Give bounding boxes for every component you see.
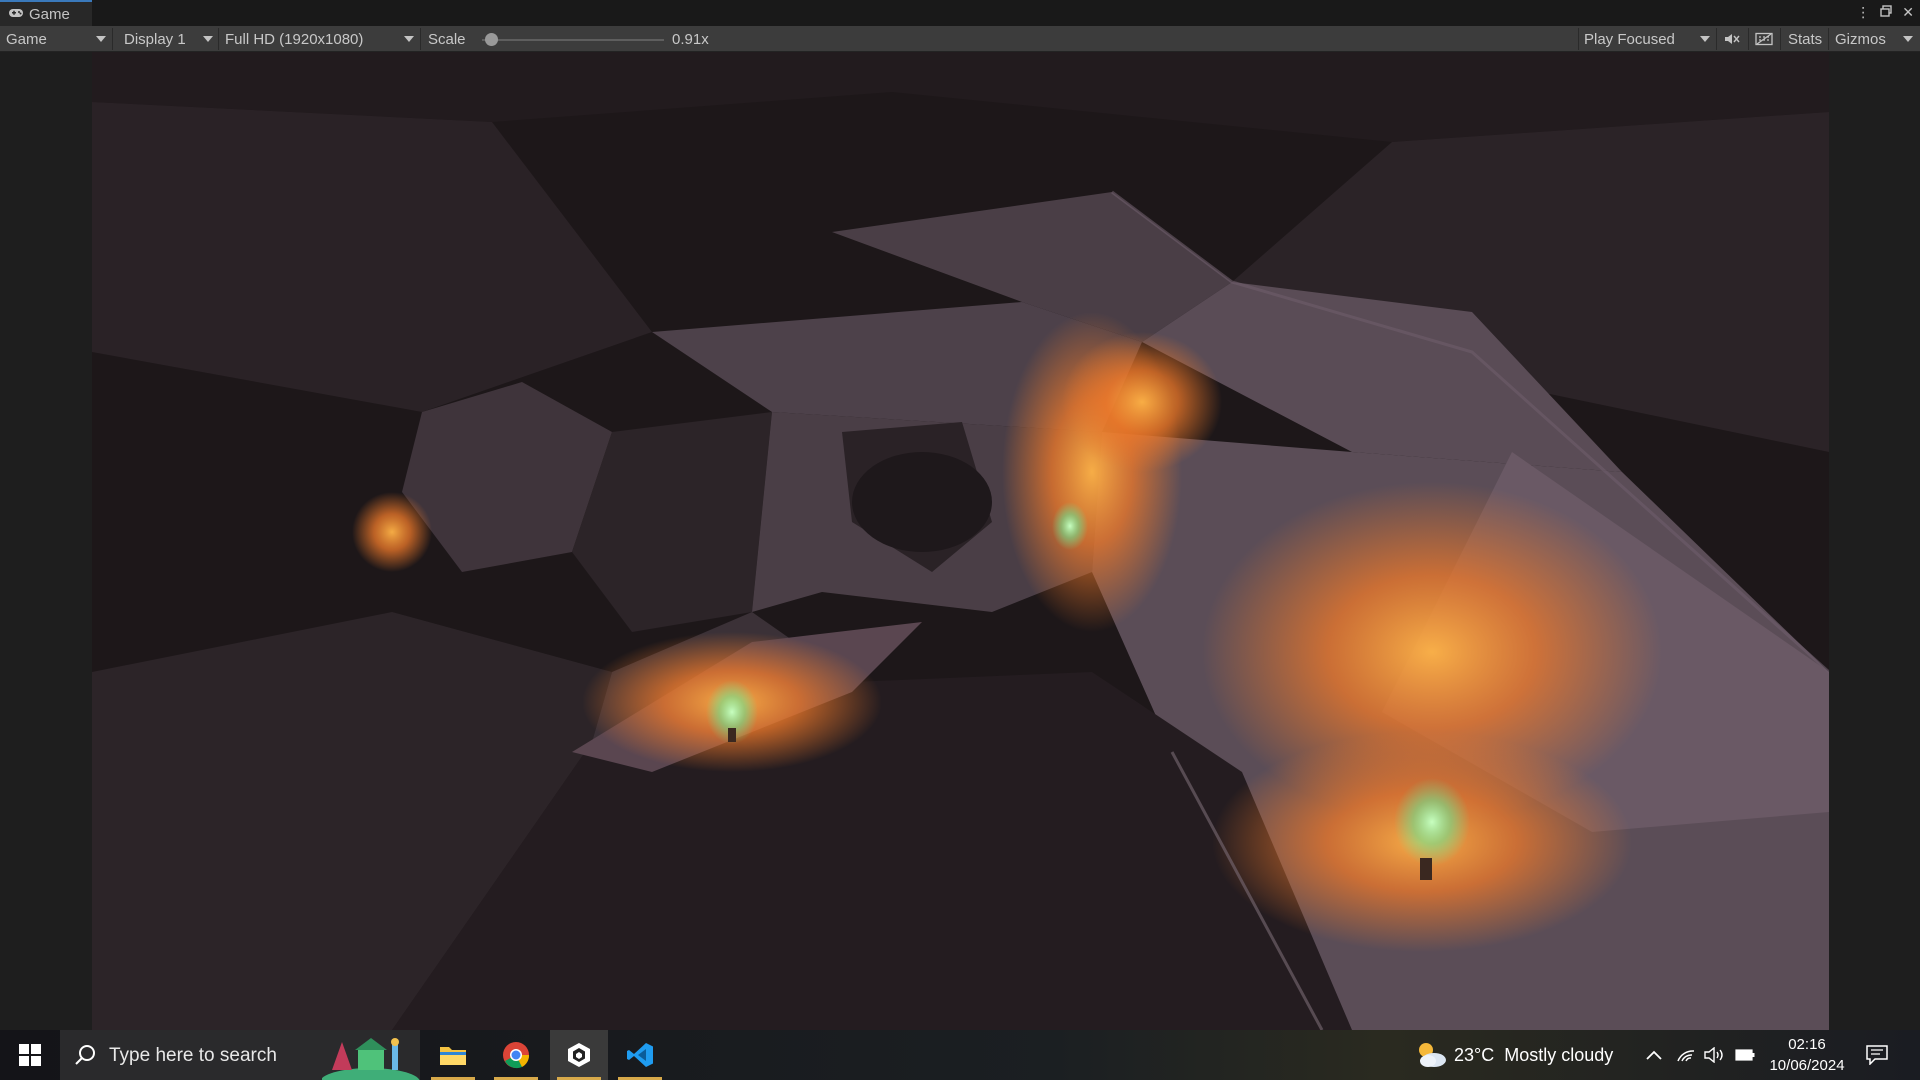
display-dropdown-label: Display 1 (124, 30, 186, 48)
scale-slider-thumb[interactable] (485, 33, 499, 46)
mode-dropdown[interactable]: Game (0, 26, 110, 52)
partly-cloudy-icon (1419, 1043, 1446, 1067)
keyboard-icon[interactable] (1750, 28, 1778, 50)
start-button[interactable] (0, 1030, 60, 1080)
windows-taskbar: Type here to search 23°C Mostly cloudy 0… (0, 1030, 1920, 1080)
chrome-icon[interactable] (487, 1030, 545, 1080)
gizmos-button[interactable]: Gizmos (1829, 26, 1886, 52)
clock[interactable]: 02:16 10/06/2024 (1769, 1030, 1845, 1080)
volume-icon[interactable] (1704, 1030, 1724, 1080)
windows-logo-icon (19, 1044, 41, 1066)
chevron-down-icon (1700, 36, 1710, 42)
play-mode-dropdown[interactable]: Play Focused (1578, 26, 1706, 52)
taskbar-search[interactable]: Type here to search (60, 1030, 420, 1080)
window-controls: ⋮ ✕ (1856, 4, 1914, 21)
display-dropdown[interactable]: Display 1 (118, 26, 216, 52)
vscode-icon[interactable] (611, 1030, 669, 1080)
divider (1780, 28, 1781, 50)
editor-tab-bar: Game ⋮ ✕ (0, 0, 1920, 26)
more-icon[interactable]: ⋮ (1856, 4, 1870, 21)
chevron-down-icon (203, 36, 213, 42)
stats-label: Stats (1788, 30, 1823, 48)
scale-label-text: Scale (428, 30, 466, 48)
weather-temp: 23°C (1454, 1044, 1495, 1065)
scale-slider-track[interactable] (482, 39, 664, 41)
search-highlight-image (322, 1038, 420, 1080)
scale-value-text: 0.91x (672, 30, 709, 48)
divider (112, 28, 113, 50)
mute-audio-icon[interactable] (1718, 28, 1746, 50)
clock-time: 02:16 (1788, 1036, 1826, 1053)
weather-desc: Mostly cloudy (1504, 1044, 1614, 1065)
chevron-down-icon (404, 36, 414, 42)
search-icon (75, 1045, 95, 1065)
game-viewport (0, 52, 1920, 1030)
scale-label: Scale (422, 26, 466, 52)
chevron-up-icon[interactable] (1645, 1030, 1663, 1080)
resolution-dropdown[interactable]: Full HD (1920x1080) (219, 26, 417, 52)
wifi-icon[interactable] (1676, 1030, 1696, 1080)
notifications-icon[interactable] (1866, 1030, 1888, 1080)
divider (1748, 28, 1749, 50)
search-placeholder: Type here to search (109, 1045, 277, 1066)
close-icon[interactable]: ✕ (1902, 4, 1914, 21)
chevron-down-icon (96, 36, 106, 42)
mode-dropdown-label: Game (6, 30, 47, 48)
scale-value: 0.91x (666, 26, 709, 52)
resolution-dropdown-label: Full HD (1920x1080) (225, 30, 364, 48)
cave-scene-image (92, 52, 1829, 1030)
game-render[interactable] (92, 52, 1829, 1030)
weather-widget[interactable]: 23°C Mostly cloudy (1414, 1030, 1613, 1080)
file-explorer-icon[interactable] (424, 1030, 482, 1080)
gizmos-label: Gizmos (1835, 30, 1886, 48)
divider (1716, 28, 1717, 50)
tab-game[interactable]: Game (0, 0, 92, 26)
gamepad-icon (8, 7, 24, 22)
divider (420, 28, 421, 50)
chevron-down-icon[interactable] (1903, 36, 1913, 42)
tab-label: Game (29, 5, 70, 23)
unity-icon[interactable] (550, 1030, 608, 1080)
game-view-toolbar: Game Display 1 Full HD (1920x1080) Scale… (0, 26, 1920, 52)
maximize-icon[interactable] (1880, 4, 1892, 21)
play-mode-dropdown-label: Play Focused (1584, 30, 1675, 48)
battery-icon[interactable] (1735, 1030, 1755, 1080)
stats-button[interactable]: Stats (1782, 26, 1822, 52)
clock-date: 10/06/2024 (1769, 1057, 1845, 1074)
